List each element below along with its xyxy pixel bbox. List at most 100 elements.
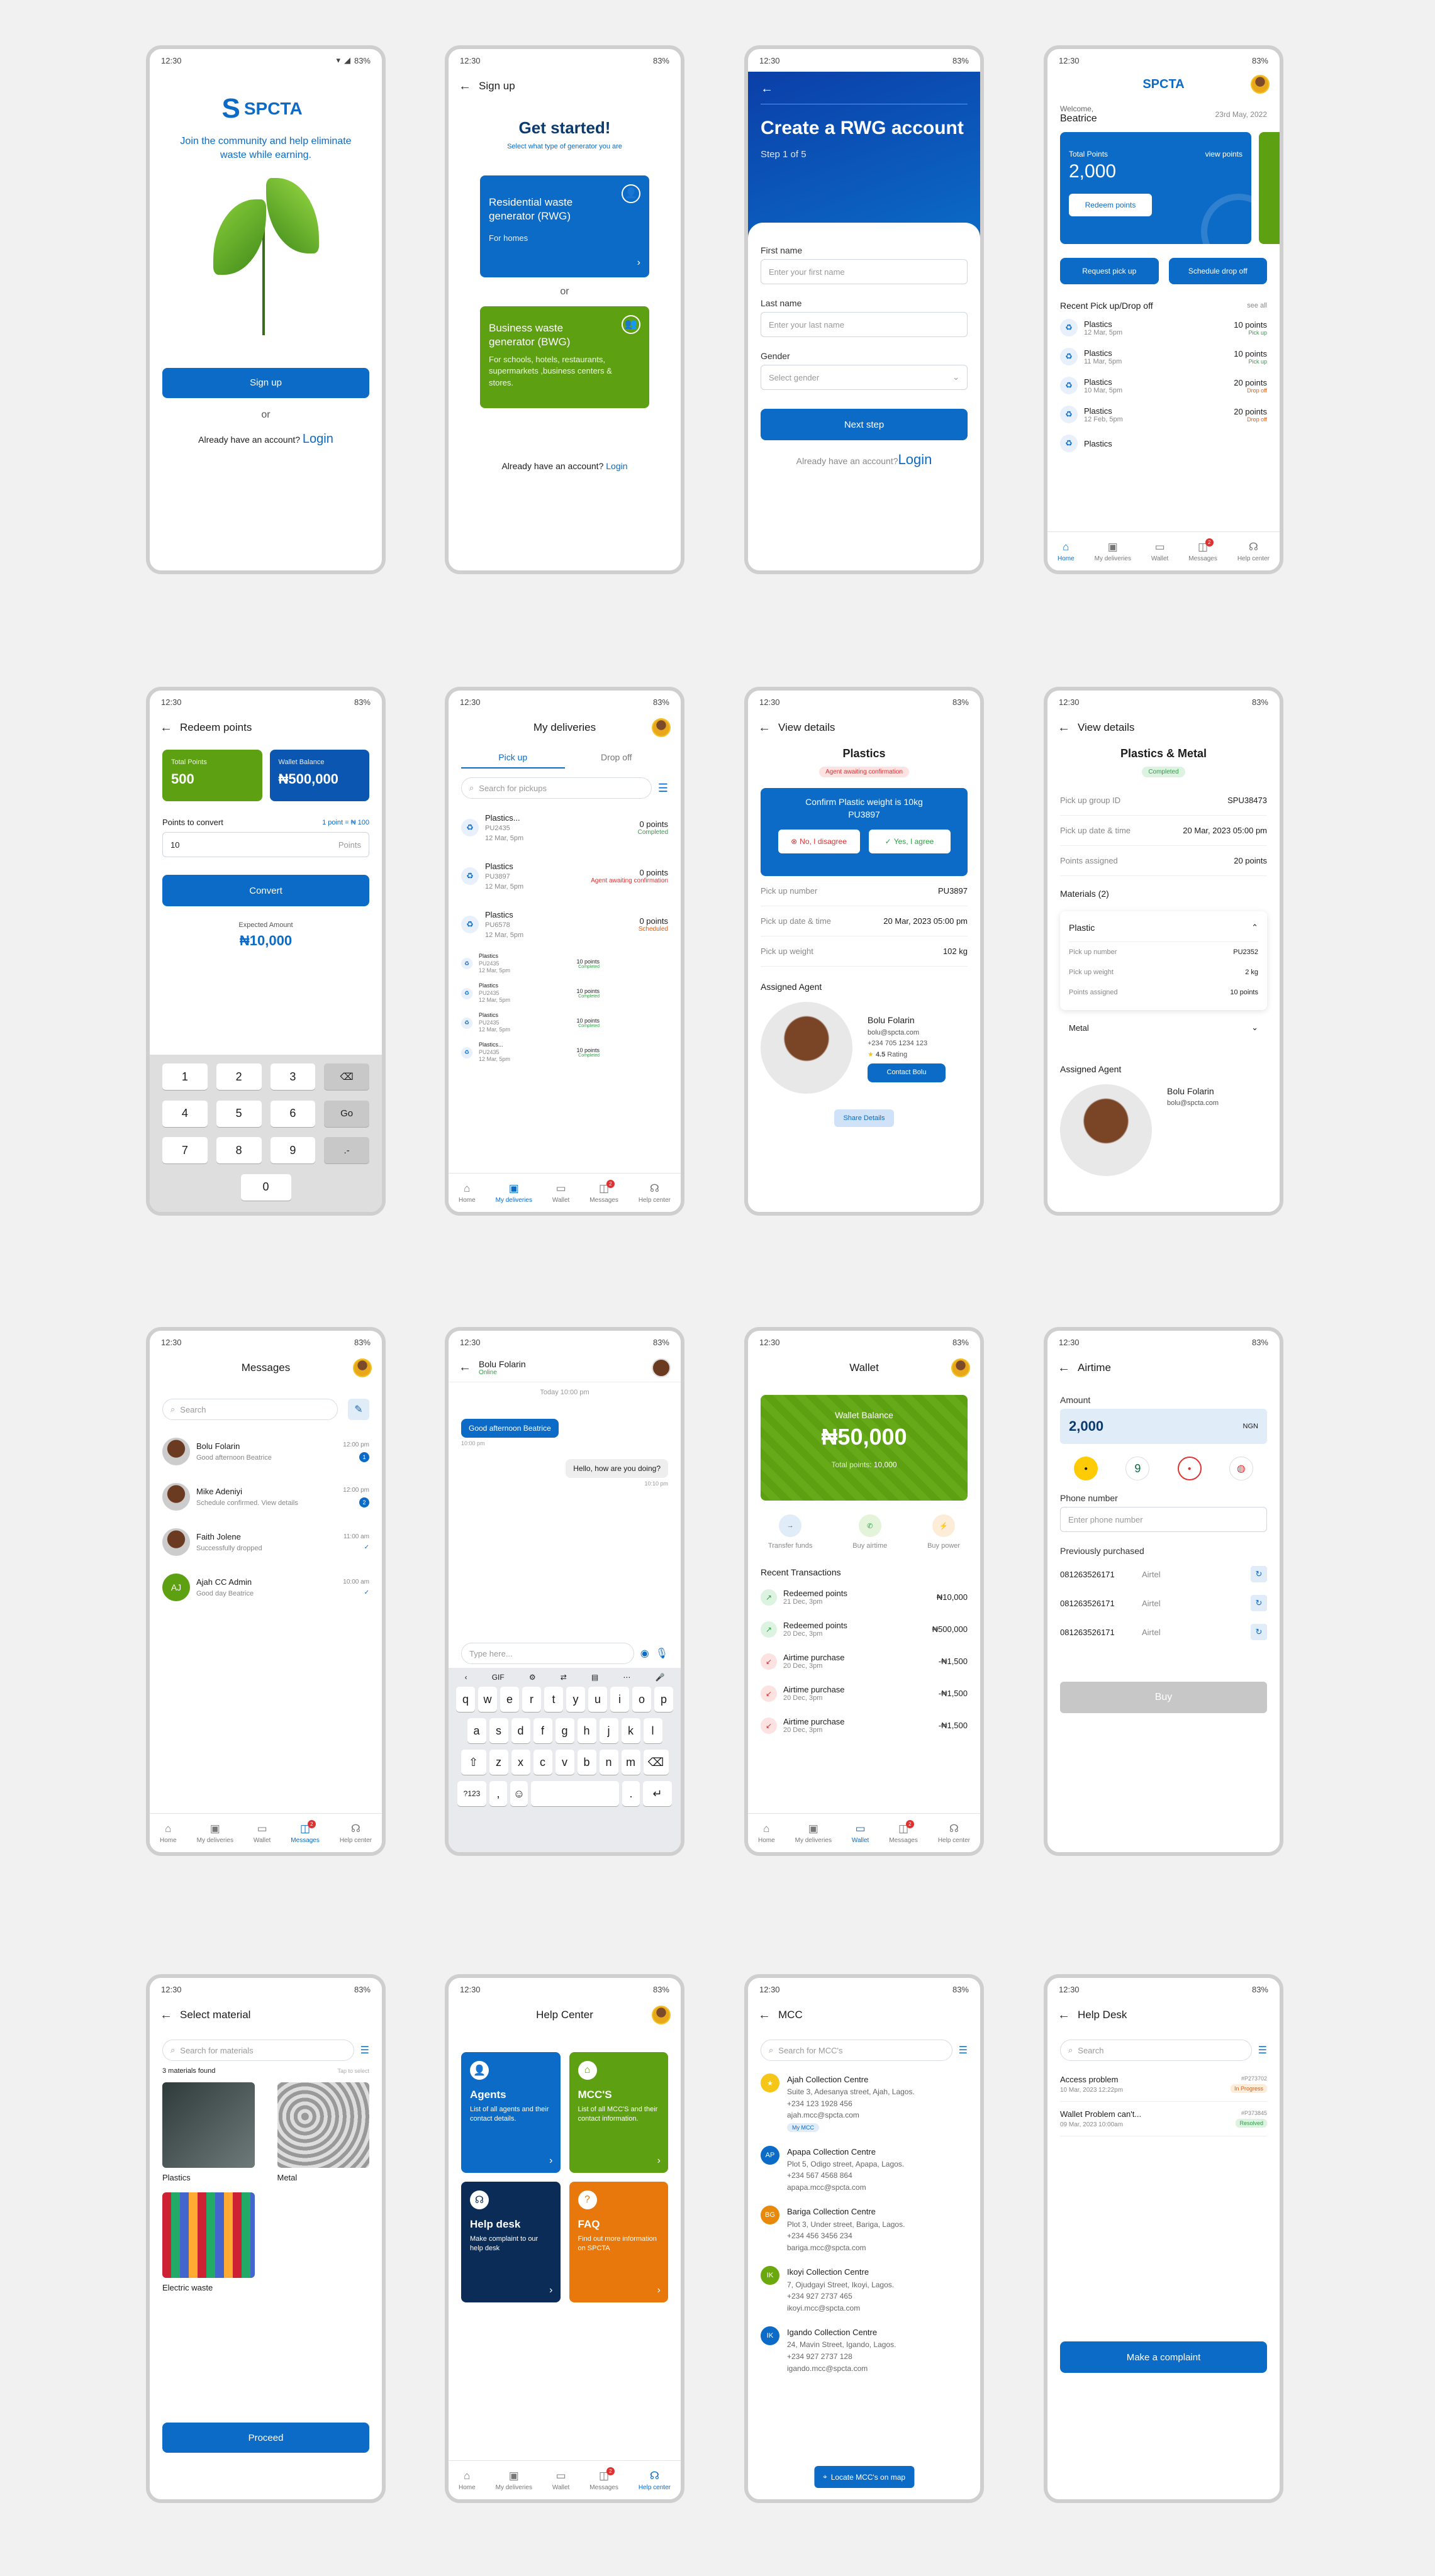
buy-button[interactable]: Buy <box>1060 1682 1267 1713</box>
keyboard-key[interactable]: p <box>654 1687 673 1712</box>
list-item[interactable]: ♻ Plastics <box>1060 429 1267 458</box>
keyboard-key[interactable]: q <box>456 1687 475 1712</box>
nav-deliveries[interactable]: ▣ My deliveries <box>795 1823 832 1844</box>
search-input[interactable]: ⌕ Search for MCC's <box>761 2040 952 2061</box>
convert-button[interactable]: Convert <box>162 875 369 906</box>
search-input[interactable]: ⌕ Search <box>162 1399 338 1420</box>
nav-home[interactable]: ⌂ Home <box>459 1182 476 1204</box>
material-electric-waste[interactable]: Electric waste <box>162 2192 255 2292</box>
view-points-link[interactable]: view points <box>1205 150 1242 158</box>
nav-messages[interactable]: ◫ 2 Messages <box>1188 538 1217 562</box>
next-step-button[interactable]: Next step <box>761 409 968 440</box>
login-link[interactable]: Login <box>898 452 932 467</box>
nav-deliveries[interactable]: ▣ My deliveries <box>197 1823 233 1844</box>
mcc-item[interactable]: BG Bariga Collection Centre Plot 3, Under… <box>761 2199 968 2260</box>
keyboard-key[interactable]: t <box>544 1687 563 1712</box>
compose-icon[interactable]: ✎ <box>348 1399 369 1420</box>
nav-help[interactable]: ☊ Help center <box>1237 541 1270 562</box>
keyboard-key[interactable]: k <box>621 1718 640 1743</box>
locate-map-button[interactable]: ⌖ Locate MCC's on map <box>813 2466 915 2488</box>
amount-input[interactable]: 2,000 NGN <box>1060 1409 1267 1444</box>
back-icon[interactable]: ← <box>761 82 773 96</box>
disagree-button[interactable]: ⊗ No, I disagree <box>778 830 860 853</box>
keyboard-key[interactable]: m <box>621 1750 640 1775</box>
numbers-key[interactable]: ?123 <box>457 1781 486 1806</box>
nav-deliveries[interactable]: ▣ My deliveries <box>496 1182 532 1204</box>
delivery-item[interactable]: ♻ Plastics PU2435 12 Mar, 5pm 10 points Com… <box>461 1008 600 1038</box>
mcc-item[interactable]: AP Apapa Collection Centre Plot 5, Odigo … <box>761 2140 968 2200</box>
avatar[interactable] <box>652 2006 671 2024</box>
nav-deliveries[interactable]: ▣ My deliveries <box>1095 541 1131 562</box>
list-item[interactable]: ♻ Plastics 11 Mar, 5pm 10 points Pick up <box>1060 342 1267 371</box>
nav-messages[interactable]: ◫ 2 Messages <box>589 1179 618 1204</box>
keypad-key[interactable]: 7 <box>162 1137 208 1163</box>
nav-messages[interactable]: ◫ 2 Messages <box>889 1819 918 1844</box>
complaint-item[interactable]: Wallet Problem can't... 09 Mar, 2023 10:0… <box>1060 2102 1267 2136</box>
nav-wallet[interactable]: ▭ Wallet <box>552 1182 569 1204</box>
back-icon[interactable]: ← <box>758 2008 771 2023</box>
nav-wallet[interactable]: ▭ Wallet <box>852 1823 869 1844</box>
keypad-key[interactable]: ⌫ <box>324 1063 369 1090</box>
back-icon[interactable]: ← <box>160 721 172 735</box>
material-accordion-metal[interactable]: Metal ⌄ <box>1060 1010 1267 1033</box>
camera-icon[interactable]: ◉ <box>640 1647 649 1660</box>
keypad-key[interactable]: 4 <box>162 1100 208 1127</box>
keyboard-key[interactable]: w <box>478 1687 497 1712</box>
keyboard-key[interactable]: a <box>467 1718 486 1743</box>
delivery-item[interactable]: ♻ Plastics PU2435 12 Mar, 5pm 10 points Com… <box>461 949 600 979</box>
space-key[interactable] <box>531 1781 619 1806</box>
bwg-card[interactable]: 👥 Business waste generator (BWG) For sch… <box>480 306 649 408</box>
keyboard-key[interactable]: l <box>643 1718 662 1743</box>
keyboard-key[interactable]: x <box>511 1750 530 1775</box>
keyboard-key[interactable]: r <box>522 1687 541 1712</box>
keyboard-key[interactable]: y <box>566 1687 585 1712</box>
agents-card[interactable]: 👤 Agents List of all agents and their cont… <box>461 2052 561 2173</box>
nav-messages[interactable]: ◫ 2 Messages <box>291 1819 320 1844</box>
glo-logo[interactable]: ● <box>1177 1457 1202 1480</box>
nav-help[interactable]: ☊ Help center <box>639 2470 671 2491</box>
previous-purchase-item[interactable]: 081263526171 Airtel ↻ <box>1060 1560 1267 1589</box>
nav-home[interactable]: ⌂ Home <box>160 1823 177 1844</box>
keyboard-key[interactable]: o <box>632 1687 651 1712</box>
keypad-key[interactable]: 0 <box>240 1174 291 1201</box>
keyboard-key[interactable]: u <box>588 1687 607 1712</box>
schedule-dropoff-button[interactable]: Schedule drop off <box>1168 258 1267 284</box>
nav-home[interactable]: ⌂ Home <box>1058 541 1075 562</box>
see-all-link[interactable]: see all <box>1247 302 1267 309</box>
list-item[interactable]: ♻ Plastics 10 Mar, 5pm 20 points Drop off <box>1060 371 1267 400</box>
mtn-logo[interactable]: ● <box>1074 1457 1098 1480</box>
help-desk-card[interactable]: ☊ Help desk Make complaint to our help des… <box>461 2182 561 2302</box>
back-icon[interactable]: ← <box>459 1360 471 1375</box>
mic-icon[interactable]: 🎤 <box>655 1673 664 1682</box>
back-icon[interactable]: ← <box>1058 1361 1070 1375</box>
keyboard-key[interactable]: d <box>511 1718 530 1743</box>
nav-home[interactable]: ⌂ Home <box>758 1823 775 1844</box>
nav-help[interactable]: ☊ Help center <box>639 1182 671 1204</box>
delivery-item[interactable]: ♻ Plastics... PU2435 12 Mar, 5pm 10 points… <box>461 1038 600 1067</box>
comma-key[interactable]: , <box>489 1781 507 1806</box>
period-key[interactable]: . <box>622 1781 640 1806</box>
mcc-item[interactable]: ★ Ajah Collection Centre Suite 3, Adesany… <box>761 2067 968 2140</box>
keyboard-key[interactable]: h <box>577 1718 596 1743</box>
material-metal[interactable]: Metal <box>277 2082 369 2182</box>
buy-airtime-button[interactable]: ✆ Buy airtime <box>852 1514 887 1550</box>
keypad-key[interactable]: 6 <box>270 1100 316 1127</box>
list-item[interactable]: ♻ Plastics 12 Mar, 5pm 10 points Pick up <box>1060 313 1267 342</box>
filter-icon[interactable]: ☰ <box>1258 2044 1267 2057</box>
gender-select[interactable]: Select gender ⌄ <box>761 365 968 390</box>
previous-purchase-item[interactable]: 081263526171 Airtel ↻ <box>1060 1618 1267 1646</box>
filter-icon[interactable]: ☰ <box>959 2044 968 2057</box>
phone-input[interactable]: Enter phone number <box>1060 1507 1267 1532</box>
delivery-item[interactable]: ♻ Plastics PU6578 12 Mar, 5pm 0 points Sche… <box>461 901 668 949</box>
nav-messages[interactable]: ◫ 2 Messages <box>589 2467 618 2491</box>
nav-deliveries[interactable]: ▣ My deliveries <box>496 2470 532 2491</box>
contact-agent-button[interactable]: Contact Bolu <box>868 1063 946 1082</box>
nav-wallet[interactable]: ▭ Wallet <box>1151 541 1168 562</box>
keyboard-key[interactable]: b <box>577 1750 596 1775</box>
clipboard-icon[interactable]: ▤ <box>591 1673 598 1682</box>
keyboard-key[interactable]: e <box>500 1687 519 1712</box>
list-item[interactable]: ♻ Plastics 12 Feb, 5pm 20 points Drop off <box>1060 400 1267 429</box>
login-link[interactable]: Login <box>303 432 333 446</box>
request-pickup-button[interactable]: Request pick up <box>1060 258 1159 284</box>
conversation-item[interactable]: AJ Ajah CC Admin Good day Beatrice 10:00 … <box>162 1565 369 1610</box>
